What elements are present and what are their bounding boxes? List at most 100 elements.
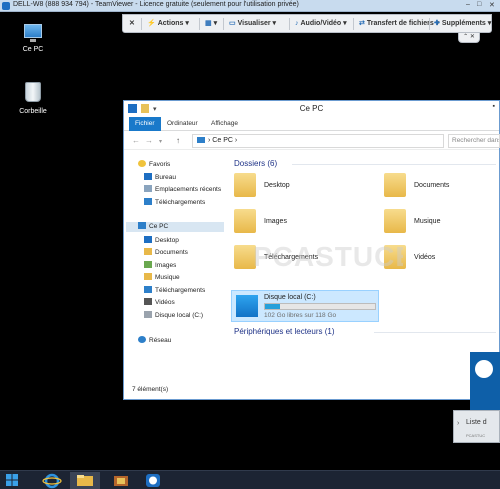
recent-places-icon [144,185,152,192]
nav-item-local-disk[interactable]: Disque local (C:) [144,311,203,319]
watermark: PCASTUCES [253,238,434,279]
file-transfer-button[interactable]: ⇄ Transfert de fichiers ▾ [359,19,439,27]
navigation-pane: Favoris Bureau Emplacements récents Télé… [124,151,224,379]
transfer-icon: ⇄ [359,20,365,27]
address-bar[interactable]: › Ce PC › [192,134,444,148]
nav-item-videos[interactable]: Vidéos [144,298,175,306]
taskbar [0,470,500,489]
nav-item-downloads-pc[interactable]: Téléchargements [144,286,205,294]
local-disk-tile[interactable]: Disque local (C:) 102 Go libres sur 118 … [231,290,379,322]
tab-view[interactable]: Affichage [211,117,238,131]
breadcrumb-ce-pc[interactable]: Ce PC [212,137,233,144]
desktop-icon [144,173,152,180]
teamviewer-titlebar: DELL-W8 (888 934 794) - TeamViewer - Lic… [0,0,500,12]
network-icon [138,336,146,343]
actions-button[interactable]: ⚡ Actions ▾ [147,19,189,27]
teamviewer-icon [146,474,160,487]
teamviewer-icon [2,2,10,10]
window-controls[interactable]: ▪ [493,103,495,110]
pictures-icon [144,261,152,268]
extras-button[interactable]: ✚ Suppléments ▾ [434,19,491,27]
computer-icon [138,222,146,229]
nav-item-recent[interactable]: Emplacements récents [144,185,222,193]
app-icon [114,476,128,486]
teamviewer-title: DELL-W8 (888 934 794) - TeamViewer - Lic… [13,1,299,8]
list-small-text: PCASTUC [466,433,486,438]
view-button[interactable]: ▭ Visualiser ▾ [229,19,276,27]
nav-favorites[interactable]: Favoris [138,160,170,168]
taskbar-teamviewer[interactable] [140,472,166,489]
maximize-icon[interactable]: □ [477,1,481,8]
taskbar-internet-explorer[interactable] [40,472,64,489]
downloads-icon [144,286,152,293]
desktop-icon-computer[interactable]: Ce PC [13,24,53,53]
desktop-icon-label: Corbeille [19,108,47,115]
teamviewer-panel[interactable] [470,352,500,417]
computer-icon [24,24,42,42]
devices-group-header[interactable]: Périphériques et lecteurs (1) [234,327,335,336]
folders-group-header[interactable]: Dossiers (6) [234,159,277,168]
list-label: Liste d [466,419,487,426]
address-separator: › [208,137,211,144]
monitor-icon: ▭ [229,20,236,27]
lightning-icon: ⚡ [147,20,156,27]
start-button[interactable] [6,474,18,486]
desktop-icon-recycle-bin[interactable]: Corbeille [13,82,53,115]
file-explorer-icon [77,475,93,486]
nav-item-images[interactable]: Images [144,261,176,269]
taskbar-file-explorer[interactable] [70,472,100,489]
music-icon [144,273,152,280]
teamviewer-logo-icon [475,360,493,378]
desktop-icon [144,236,152,243]
disk-usage-fill [265,304,281,309]
up-icon[interactable]: ↑ [176,136,180,145]
svg-text:PCASTUCES: PCASTUCES [253,241,403,272]
nav-item-documents[interactable]: Documents [144,248,188,256]
nav-item-music[interactable]: Musique [144,273,180,281]
address-row: ← → ▾ ↑ › Ce PC › Rechercher dans [124,132,500,150]
folder-icon [234,173,256,197]
forward-icon[interactable]: → [145,136,153,145]
nav-item-desktop[interactable]: Desktop [144,236,179,244]
pcastuces-watermark-logo: PCASTUCES [253,241,434,272]
drive-icon [144,311,152,318]
status-bar-count: 7 élément(s) [132,386,169,393]
nav-network[interactable]: Réseau [138,336,171,344]
close-icon[interactable]: ✕ [489,1,495,9]
desktop-icon-label: Ce PC [22,46,44,53]
videos-icon [144,298,152,305]
disk-usage-bar [264,303,376,310]
back-icon[interactable]: ← [132,136,140,145]
teamviewer-list-panel[interactable]: › Liste d PCASTUC [453,410,500,443]
tab-computer[interactable]: Ordinateur [167,117,198,131]
window-title: Ce PC [299,104,324,113]
nav-ce-pc[interactable]: Ce PC [126,222,224,232]
toolbar-collapse-tab[interactable]: ⌃ ✕ [458,33,480,43]
history-dropdown-icon[interactable]: ▾ [159,138,162,145]
ribbon: Fichier Ordinateur Affichage [124,117,499,131]
audio-video-button[interactable]: ♪ Audio/Vidéo ▾ [295,19,347,27]
grid-icon: ▦ [205,20,212,27]
nav-item-bureau[interactable]: Bureau [144,173,176,181]
folder-icon [384,173,406,197]
tab-file[interactable]: Fichier [129,117,161,131]
folder-icon [234,209,256,233]
folder-icon [384,209,406,233]
chevron-right-icon: › [457,420,460,427]
nav-item-downloads[interactable]: Téléchargements [144,198,205,206]
breadcrumb-separator: › [234,137,238,144]
downloads-icon [144,198,152,205]
windows-drive-icon [236,295,258,317]
internet-explorer-icon [42,473,62,489]
windows-logo-icon [6,474,18,486]
computer-icon [197,137,205,144]
explorer-titlebar: ▾ Ce PC ▪ [124,101,499,117]
teamviewer-toolbar: ✕ ⚡ Actions ▾ ▦ ▾ ▭ Visualiser ▾ ♪ Audio/Vid… [122,14,492,33]
speaker-icon: ♪ [295,20,299,27]
taskbar-app[interactable] [108,472,134,489]
star-icon [138,160,146,167]
layout-button[interactable]: ▦ ▾ [205,19,217,27]
minimize-icon[interactable]: – [466,1,470,8]
search-input[interactable]: Rechercher dans [448,134,500,148]
toolbar-close-icon[interactable]: ✕ [129,19,135,27]
